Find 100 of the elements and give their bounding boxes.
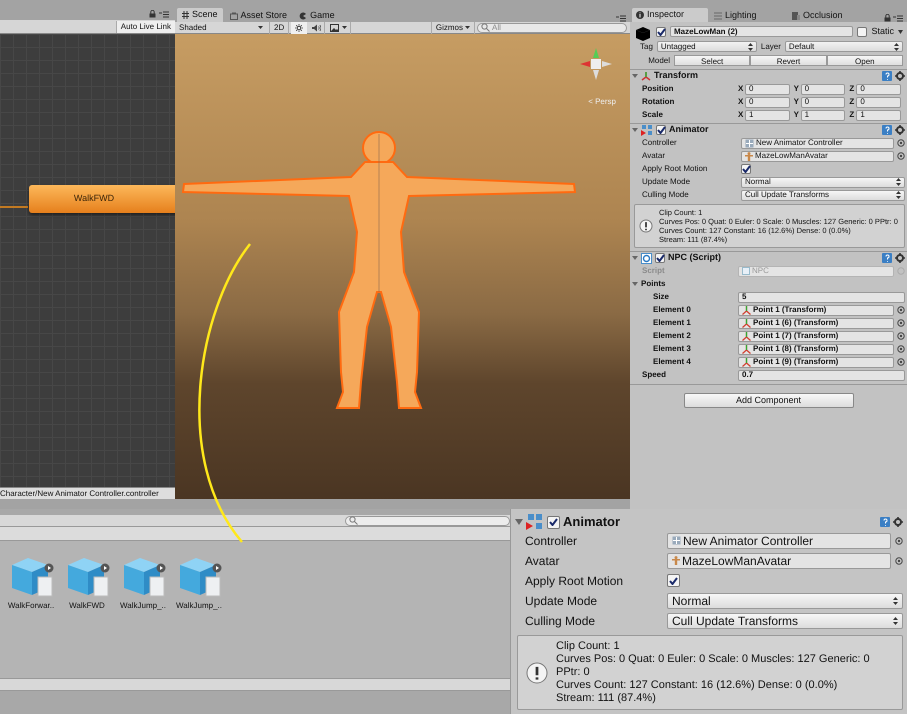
- asset-label[interactable]: WalkFWD: [69, 600, 105, 612]
- object-field[interactable]: Point 1 (7) (Transform): [738, 330, 894, 342]
- name-field[interactable]: MazeLowMan (2): [670, 26, 854, 38]
- foldout-arrow-icon[interactable]: [632, 255, 638, 261]
- object-field[interactable]: MazeLowManAvatar: [741, 150, 894, 162]
- field-label: Update Mode: [525, 592, 598, 610]
- dropdown[interactable]: Cull Update Transforms: [667, 612, 903, 628]
- tag-label: Tag: [640, 40, 653, 52]
- info-icon: [636, 11, 644, 19]
- lighting-toggle[interactable]: [291, 22, 308, 34]
- lock-icon[interactable]: [149, 10, 156, 18]
- object-field[interactable]: MazeLowManAvatar: [667, 552, 891, 568]
- axis-label: Z: [849, 96, 856, 108]
- object-field[interactable]: New Animator Controller: [667, 532, 891, 548]
- dropdown[interactable]: Normal: [741, 176, 905, 188]
- help-book-icon[interactable]: [882, 71, 892, 81]
- search-icon: [481, 23, 490, 32]
- model-button[interactable]: Select: [674, 55, 750, 66]
- foldout-arrow-icon[interactable]: [515, 518, 523, 526]
- asset-label[interactable]: WalkJump_..: [176, 600, 222, 612]
- search-icon: [349, 516, 358, 525]
- dropdown-arrows-icon: [893, 616, 898, 624]
- settings-icon[interactable]: [893, 517, 903, 527]
- number-field[interactable]: 5: [738, 292, 905, 302]
- field-label: Controller: [642, 137, 678, 149]
- help-book-icon[interactable]: [882, 125, 892, 135]
- menu-icon[interactable]: [159, 11, 169, 18]
- number-field[interactable]: 0.7: [738, 370, 905, 380]
- add-component-button[interactable]: Add Component: [684, 392, 854, 408]
- field-label: Speed: [642, 369, 668, 381]
- foldout-arrow-icon[interactable]: [632, 127, 638, 133]
- lock-icon[interactable]: [884, 14, 891, 22]
- object-field[interactable]: Point 1 (Transform): [738, 304, 894, 316]
- checkmark-icon: [656, 28, 666, 36]
- tab[interactable]: Occlusion: [788, 9, 864, 22]
- number-field[interactable]: 0: [856, 84, 902, 94]
- foldout-arrow-icon[interactable]: [632, 281, 638, 287]
- list-label[interactable]: Points: [641, 278, 666, 290]
- model-button[interactable]: Open: [826, 55, 903, 66]
- checkbox[interactable]: [857, 26, 868, 37]
- script-icon: [742, 267, 750, 275]
- number-field[interactable]: 0: [856, 96, 902, 108]
- asset-label[interactable]: WalkForwar..: [8, 600, 54, 612]
- number-field[interactable]: 0: [745, 96, 790, 108]
- checkbox[interactable]: [655, 253, 665, 263]
- number-field[interactable]: 0: [745, 84, 790, 94]
- model-button[interactable]: Revert: [750, 55, 827, 66]
- field-label: Size: [653, 291, 670, 303]
- layer-dropdown[interactable]: Default: [784, 41, 903, 52]
- tab[interactable]: Inspector: [632, 8, 708, 22]
- component-title[interactable]: Animator: [669, 123, 709, 137]
- asset-label[interactable]: WalkJump_..: [120, 600, 166, 612]
- auto-live-link-button[interactable]: Auto Live Link: [116, 20, 175, 32]
- menu-icon[interactable]: [616, 15, 626, 22]
- animator-icon: [641, 124, 653, 136]
- object-picker-icon: [897, 267, 905, 275]
- dropdown[interactable]: Cull Update Transforms: [741, 190, 905, 200]
- number-field[interactable]: 1: [745, 110, 790, 120]
- object-picker-icon[interactable]: [895, 556, 903, 564]
- number-field[interactable]: 0: [800, 84, 846, 94]
- object-field[interactable]: New Animator Controller: [741, 138, 894, 148]
- warning-icon: [526, 662, 548, 684]
- shading-dropdown[interactable]: Shaded: [175, 22, 267, 34]
- number-field[interactable]: 0: [800, 96, 846, 108]
- checkbox[interactable]: [656, 125, 666, 135]
- checkbox[interactable]: [656, 26, 666, 37]
- component-title[interactable]: Animator: [563, 512, 620, 532]
- tab[interactable]: Scene: [177, 8, 223, 22]
- settings-icon[interactable]: [895, 125, 905, 135]
- component-title[interactable]: NPC (Script): [668, 251, 722, 265]
- checkbox[interactable]: [667, 574, 680, 587]
- object-field[interactable]: Point 1 (8) (Transform): [738, 344, 894, 354]
- settings-icon[interactable]: [895, 253, 905, 263]
- help-book-icon[interactable]: [882, 253, 892, 263]
- number-field[interactable]: 1: [856, 110, 902, 120]
- transition-line: [0, 206, 28, 208]
- tag-dropdown[interactable]: Untagged: [656, 41, 757, 52]
- tab[interactable]: Lighting: [710, 9, 786, 22]
- checkbox[interactable]: [547, 516, 560, 528]
- checkbox[interactable]: [741, 164, 751, 174]
- dropdown-caret-icon[interactable]: [898, 30, 903, 34]
- tab[interactable]: Game: [294, 9, 340, 22]
- axes-icon: [641, 71, 651, 81]
- field-label: Culling Mode: [642, 189, 690, 201]
- object-picker-icon[interactable]: [895, 536, 903, 544]
- object-field[interactable]: Point 1 (9) (Transform): [738, 356, 894, 368]
- occlusion-icon: [792, 12, 800, 20]
- state-node[interactable]: WalkFWD: [29, 185, 175, 213]
- dropdown[interactable]: Normal: [667, 592, 903, 608]
- component-title[interactable]: Transform: [654, 69, 698, 83]
- axis-label: Z: [849, 109, 856, 121]
- object-field[interactable]: Point 1 (6) (Transform): [738, 318, 894, 328]
- axis-label: X: [738, 96, 744, 108]
- search-field[interactable]: [345, 516, 510, 526]
- settings-icon[interactable]: [895, 71, 905, 81]
- menu-icon[interactable]: [893, 15, 903, 22]
- number-field[interactable]: 1: [800, 110, 846, 120]
- tab[interactable]: Asset Store: [224, 9, 292, 22]
- help-book-icon[interactable]: [880, 517, 890, 527]
- foldout-arrow-icon[interactable]: [632, 73, 638, 79]
